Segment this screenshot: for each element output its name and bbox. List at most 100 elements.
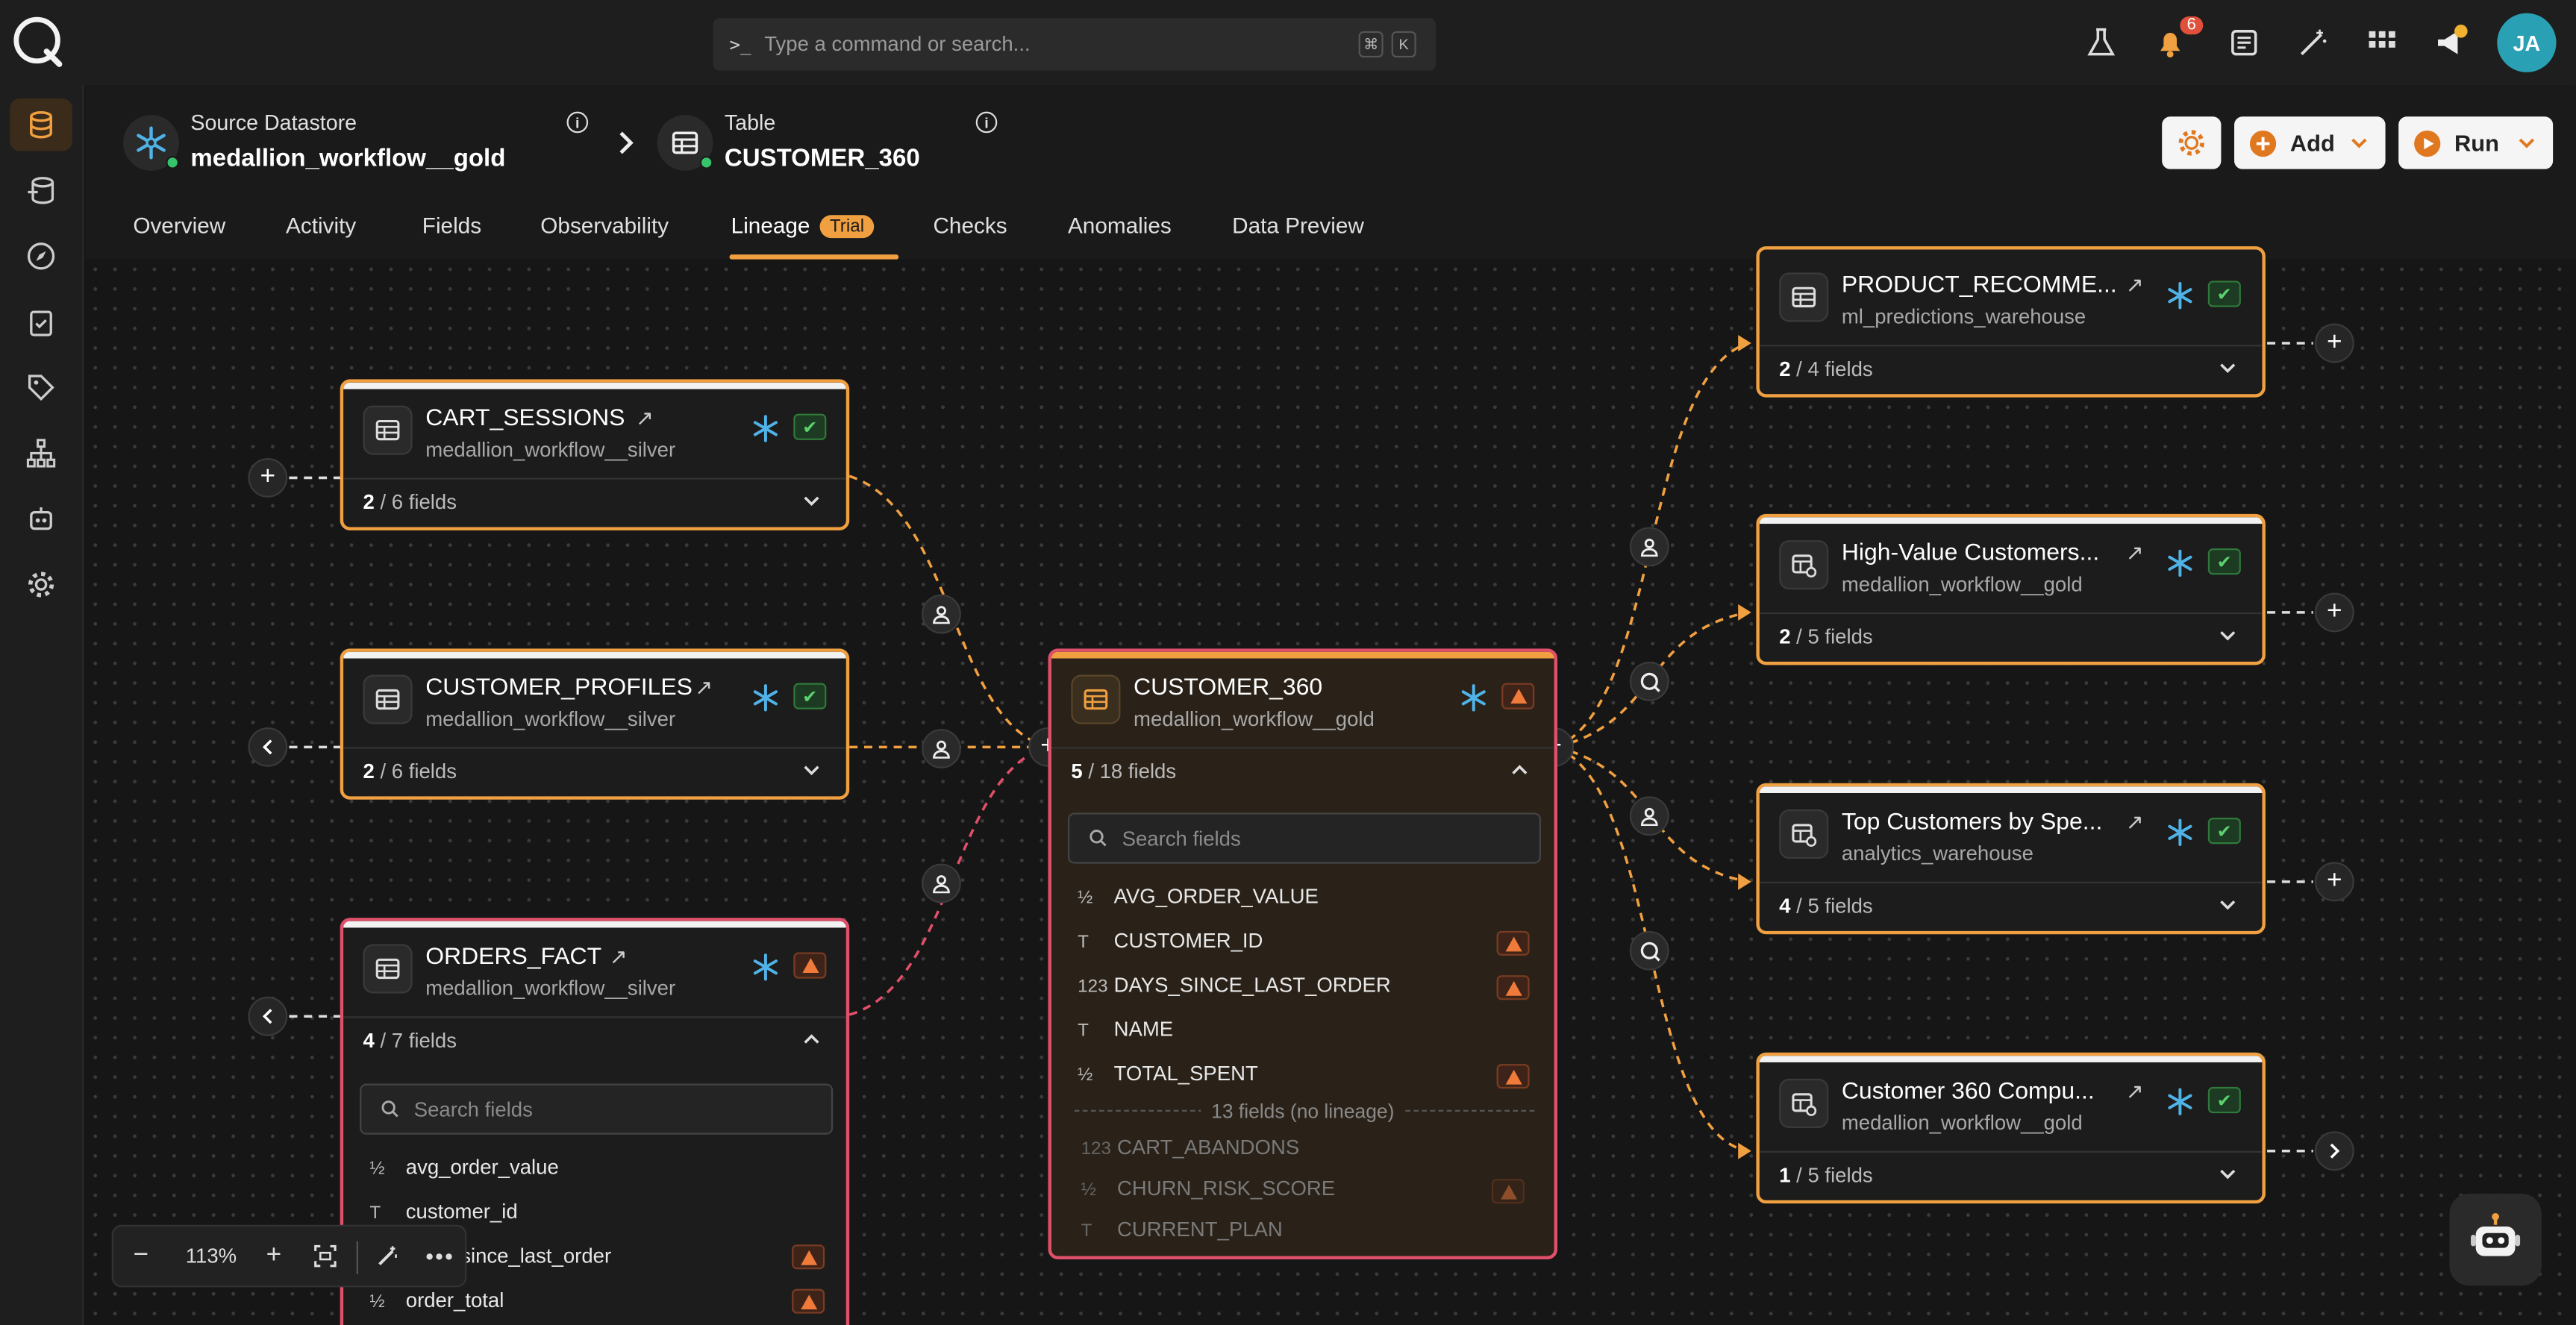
chevron-down-icon[interactable] (2219, 361, 2236, 375)
edge-arrow-c360-comp (1738, 1142, 1751, 1159)
qualytics-edge-icon[interactable] (1629, 930, 1669, 971)
zoom-in-button[interactable]: + (266, 1241, 282, 1271)
total-field-count: / 5 fields (1790, 895, 1873, 918)
person-edge-icon[interactable] (922, 863, 961, 903)
node-header: Top Customers by Spe... ↗ analytics_ware… (1760, 793, 2263, 882)
field-name: avg_order_value (405, 1156, 559, 1180)
chevron-right-icon (2330, 1143, 2340, 1159)
field-row[interactable]: ½ avg_order_value (369, 1156, 558, 1179)
warning-icon (792, 1288, 825, 1314)
node-field-count[interactable]: 2 / 6 fields (343, 747, 846, 796)
node-header-stripe (343, 921, 846, 928)
chevron-down-icon[interactable] (804, 763, 820, 777)
field-search-input[interactable]: Search fields (1067, 812, 1542, 864)
person-edge-icon[interactable] (1629, 796, 1669, 836)
chevron-down-icon[interactable] (2219, 629, 2236, 642)
lineage-node-customer-360-computed[interactable]: Customer 360 Compu... ↗ medallion_workfl… (1756, 1052, 2266, 1204)
chevron-down-icon[interactable] (2219, 898, 2236, 912)
field-row[interactable]: 123 CART_ABANDONS (1081, 1136, 1300, 1159)
node-field-count[interactable]: 1 / 5 fields (1759, 1150, 2263, 1200)
node-field-count[interactable]: 2 / 6 fields (343, 477, 846, 527)
clean-layout-icon[interactable] (376, 1244, 399, 1268)
node-datastore: medallion_workflow__gold (1841, 573, 2083, 596)
chevron-down-icon[interactable] (804, 494, 820, 507)
expand-upstream-button[interactable]: + (248, 458, 288, 498)
field-name: DAYS_SINCE_LAST_ORDER (1113, 974, 1391, 997)
lineage-node-product-recommendations[interactable]: PRODUCT_RECOMME... ↗ ml_predictions_ware… (1756, 246, 2266, 398)
snowflake-icon (753, 953, 778, 981)
collapse-upstream-button[interactable] (248, 727, 288, 767)
assistant-bot-button[interactable] (2449, 1193, 2542, 1286)
node-field-count[interactable]: 2 / 4 fields (1759, 345, 2263, 394)
node-field-count[interactable]: 5 / 18 fields (1051, 747, 1554, 796)
node-datastore: medallion_workflow__silver (425, 977, 676, 1000)
open-link-icon[interactable]: ↗ (2126, 272, 2144, 298)
chevron-left-icon (262, 1009, 272, 1024)
expand-downstream-button[interactable]: + (2314, 862, 2354, 902)
node-datastore: medallion_workflow__silver (425, 707, 676, 731)
lineage-node-customer-360[interactable]: CUSTOMER_360 medallion_workflow__gold 5 … (1048, 648, 1558, 1260)
open-link-icon[interactable]: ↗ (610, 944, 628, 970)
total-field-count: / 6 fields (374, 759, 457, 783)
field-row[interactable]: ½ order_total (369, 1289, 504, 1312)
zoom-out-button[interactable]: − (133, 1241, 149, 1271)
fit-view-icon[interactable] (313, 1244, 337, 1268)
field-row[interactable]: ½ AVG_ORDER_VALUE (1078, 885, 1319, 908)
collapse-downstream-button[interactable] (2314, 1131, 2354, 1171)
person-edge-icon[interactable] (922, 729, 961, 768)
node-field-count[interactable]: 4 / 7 fields (343, 1016, 846, 1065)
open-link-icon[interactable]: ↗ (2126, 809, 2144, 836)
edge-arrow-high-value (1738, 604, 1751, 621)
table-icon (1779, 272, 1829, 322)
total-field-count: / 6 fields (374, 491, 457, 514)
node-header-stripe (1759, 1056, 2263, 1062)
node-header-stripe (1759, 517, 2263, 524)
field-name: NAME (1113, 1018, 1174, 1041)
field-row[interactable]: ½ TOTAL_SPENT (1078, 1062, 1258, 1086)
node-datastore: ml_predictions_warehouse (1841, 305, 2086, 329)
field-search-input[interactable]: Search fields (360, 1083, 834, 1135)
node-field-count[interactable]: 2 / 5 fields (1759, 612, 2263, 662)
snowflake-icon (2168, 818, 2192, 846)
collapse-upstream-button[interactable] (248, 996, 288, 1036)
person-edge-icon[interactable] (1629, 527, 1669, 567)
field-row[interactable]: T NAME (1078, 1018, 1173, 1041)
field-name: order_total (405, 1288, 504, 1312)
selected-field-count: 4 (363, 1029, 375, 1053)
open-link-icon[interactable]: ↗ (2126, 1079, 2144, 1105)
selected-field-count: 2 (363, 491, 375, 514)
zoom-level: 113% (185, 1244, 237, 1268)
field-type-icon: ½ (1078, 888, 1093, 909)
chevron-up-icon[interactable] (1511, 763, 1528, 777)
field-row[interactable]: T CURRENT_PLAN (1081, 1218, 1283, 1241)
chevron-up-icon[interactable] (804, 1033, 820, 1046)
qualytics-edge-icon[interactable] (1629, 661, 1669, 701)
person-edge-icon[interactable] (922, 594, 961, 634)
field-name: CART_ABANDONS (1117, 1136, 1300, 1159)
snowflake-icon (753, 684, 778, 712)
field-row[interactable]: Tcustomer_id (369, 1200, 517, 1224)
field-row[interactable]: ½ CHURN_RISK_SCORE (1081, 1177, 1336, 1200)
more-options-icon[interactable]: ••• (425, 1243, 454, 1269)
check-passed-icon: ✔ (793, 683, 827, 710)
lineage-node-high-value-customers[interactable]: High-Value Customers... ↗ medallion_work… (1756, 513, 2266, 665)
lineage-node-customer-profiles[interactable]: CUSTOMER_PROFILES ↗ medallion_workflow__… (340, 648, 850, 800)
field-type-icon: ½ (1081, 1180, 1096, 1200)
expand-downstream-button[interactable]: + (2314, 592, 2354, 633)
open-link-icon[interactable]: ↗ (695, 675, 713, 701)
field-row[interactable]: T CUSTOMER_ID (1078, 930, 1263, 953)
field-row[interactable]: 123 DAYS_SINCE_LAST_ORDER (1078, 974, 1391, 997)
warning-icon (792, 1244, 825, 1270)
lineage-node-top-customers[interactable]: Top Customers by Spe... ↗ analytics_ware… (1756, 783, 2266, 935)
selected-field-count: 2 (1779, 625, 1791, 649)
chevron-down-icon[interactable] (2219, 1168, 2236, 1181)
computed-table-icon (1779, 540, 1829, 590)
selected-field-count: 5 (1071, 759, 1083, 783)
total-field-count: / 5 fields (1790, 625, 1873, 649)
node-field-count[interactable]: 4 / 5 fields (1759, 881, 2263, 931)
expand-downstream-button[interactable]: + (2314, 323, 2354, 363)
open-link-icon[interactable]: ↗ (2126, 540, 2144, 566)
open-link-icon[interactable]: ↗ (636, 406, 654, 432)
node-title: Top Customers by Spe... (1841, 809, 2103, 836)
lineage-node-cart-sessions[interactable]: CART_SESSIONS ↗ medallion_workflow__silv… (340, 379, 850, 530)
